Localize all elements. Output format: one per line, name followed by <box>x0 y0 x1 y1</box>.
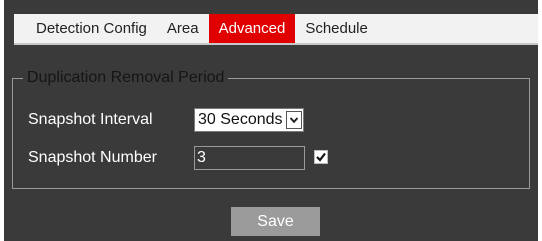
snapshot-interval-value: 30 Seconds <box>198 111 283 128</box>
checkmark-icon <box>316 152 326 162</box>
tab-schedule[interactable]: Schedule <box>295 14 378 43</box>
snapshot-number-label: Snapshot Number <box>28 149 157 166</box>
tab-bar: Detection Config Area Advanced Schedule <box>14 14 538 45</box>
tab-detection-config[interactable]: Detection Config <box>26 14 157 43</box>
snapshot-number-value: 3 <box>197 149 206 166</box>
chevron-down-icon[interactable] <box>286 111 302 129</box>
save-button[interactable]: Save <box>231 207 320 236</box>
fieldset-legend: Duplication Removal Period <box>23 67 229 89</box>
snapshot-interval-select[interactable]: 30 Seconds <box>194 108 304 132</box>
snapshot-number-input[interactable]: 3 <box>194 146 305 170</box>
duplication-removal-fieldset: Duplication Removal Period <box>12 67 530 189</box>
snapshot-interval-label: Snapshot Interval <box>28 111 153 128</box>
tab-area[interactable]: Area <box>157 14 209 43</box>
tab-advanced[interactable]: Advanced <box>208 14 296 43</box>
snapshot-number-checkbox[interactable] <box>314 150 328 164</box>
